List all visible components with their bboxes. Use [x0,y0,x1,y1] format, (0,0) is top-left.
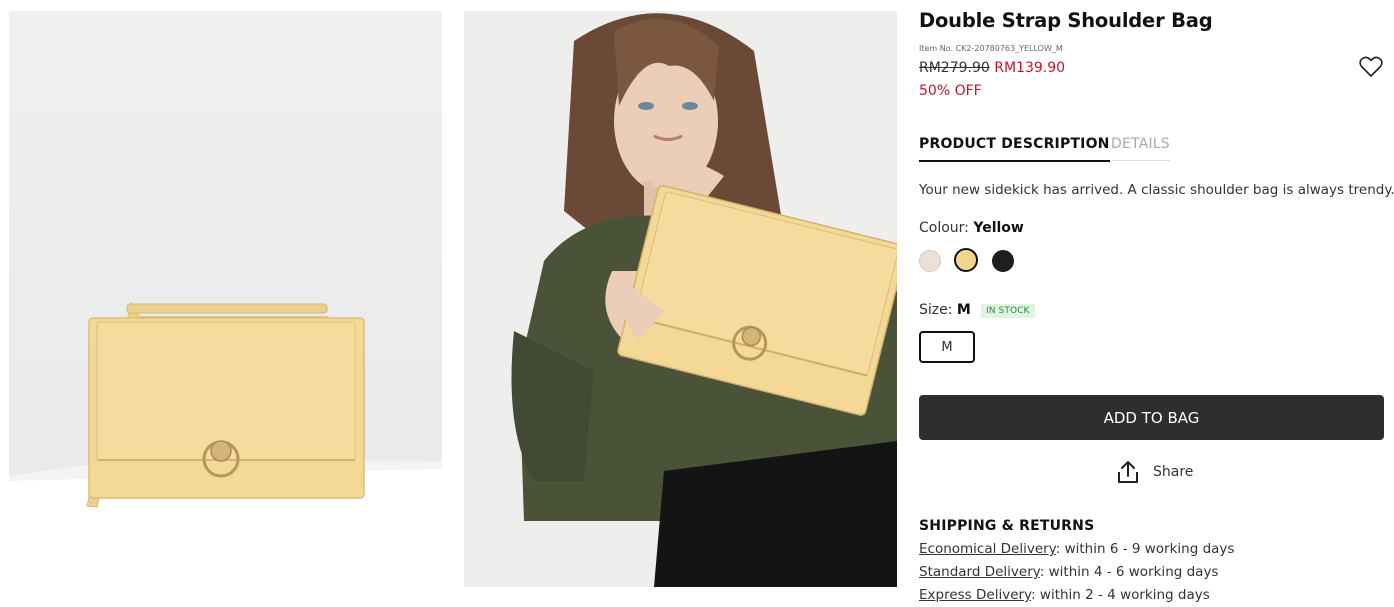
size-label: Size: M [919,302,971,318]
tab-details[interactable]: DETAILS [1111,136,1170,161]
size-selected-value: M [956,302,971,318]
stock-badge: IN STOCK [981,304,1035,318]
colour-selected-value: Yellow [973,220,1024,236]
colour-swatch-nude[interactable] [919,250,941,272]
size-option-m[interactable]: M [919,331,975,363]
price-row: RM279.90 RM139.90 [919,60,1065,76]
share-label: Share [1153,464,1194,480]
colour-swatch-yellow[interactable] [954,248,978,272]
colour-swatch-black[interactable] [992,250,1014,272]
colour-label-text: Colour: [919,220,969,236]
shipping-option-economical: Economical Delivery: within 6 - 9 workin… [919,541,1234,557]
shipping-heading: SHIPPING & RETURNS [919,518,1095,534]
shipping-option-standard: Standard Delivery: within 4 - 6 working … [919,564,1218,580]
item-number: Item No. CK2-20780763_YELLOW_M [919,44,1063,53]
product-info-panel: Double Strap Shoulder Bag Item No. CK2-2… [919,0,1394,607]
product-title: Double Strap Shoulder Bag [919,9,1213,32]
product-image-flatlay[interactable] [9,11,442,587]
product-description-text: Your new sidekick has arrived. A classic… [919,182,1394,198]
model-illustration [511,13,897,587]
shipping-option-detail: : within 2 - 4 working days [1031,587,1210,603]
sale-price: RM139.90 [994,60,1066,76]
original-price: RM279.90 [919,60,990,76]
express-delivery-link[interactable]: Express Delivery [919,587,1031,603]
share-button[interactable]: Share [1117,459,1193,485]
flatlay-illustration [9,301,442,587]
product-tabs: PRODUCT DESCRIPTION DETAILS [919,136,1385,164]
share-upload-icon [1118,461,1138,483]
add-to-bag-button[interactable]: ADD TO BAG [919,395,1384,440]
shipping-option-detail: : within 6 - 9 working days [1055,541,1235,557]
tab-product-description[interactable]: PRODUCT DESCRIPTION [919,136,1110,162]
wishlist-button[interactable] [1359,56,1383,78]
heart-outline-icon [1359,56,1383,77]
shipping-option-detail: : within 4 - 6 working days [1039,564,1219,580]
standard-delivery-link[interactable]: Standard Delivery [919,564,1040,580]
shipping-option-express: Express Delivery: within 2 - 4 working d… [919,587,1210,603]
size-label-text: Size: [919,302,953,318]
economical-delivery-link[interactable]: Economical Delivery [919,541,1056,557]
discount-label: 50% OFF [919,83,982,99]
product-image-model[interactable] [464,11,897,587]
colour-label: Colour: Yellow [919,220,1024,236]
